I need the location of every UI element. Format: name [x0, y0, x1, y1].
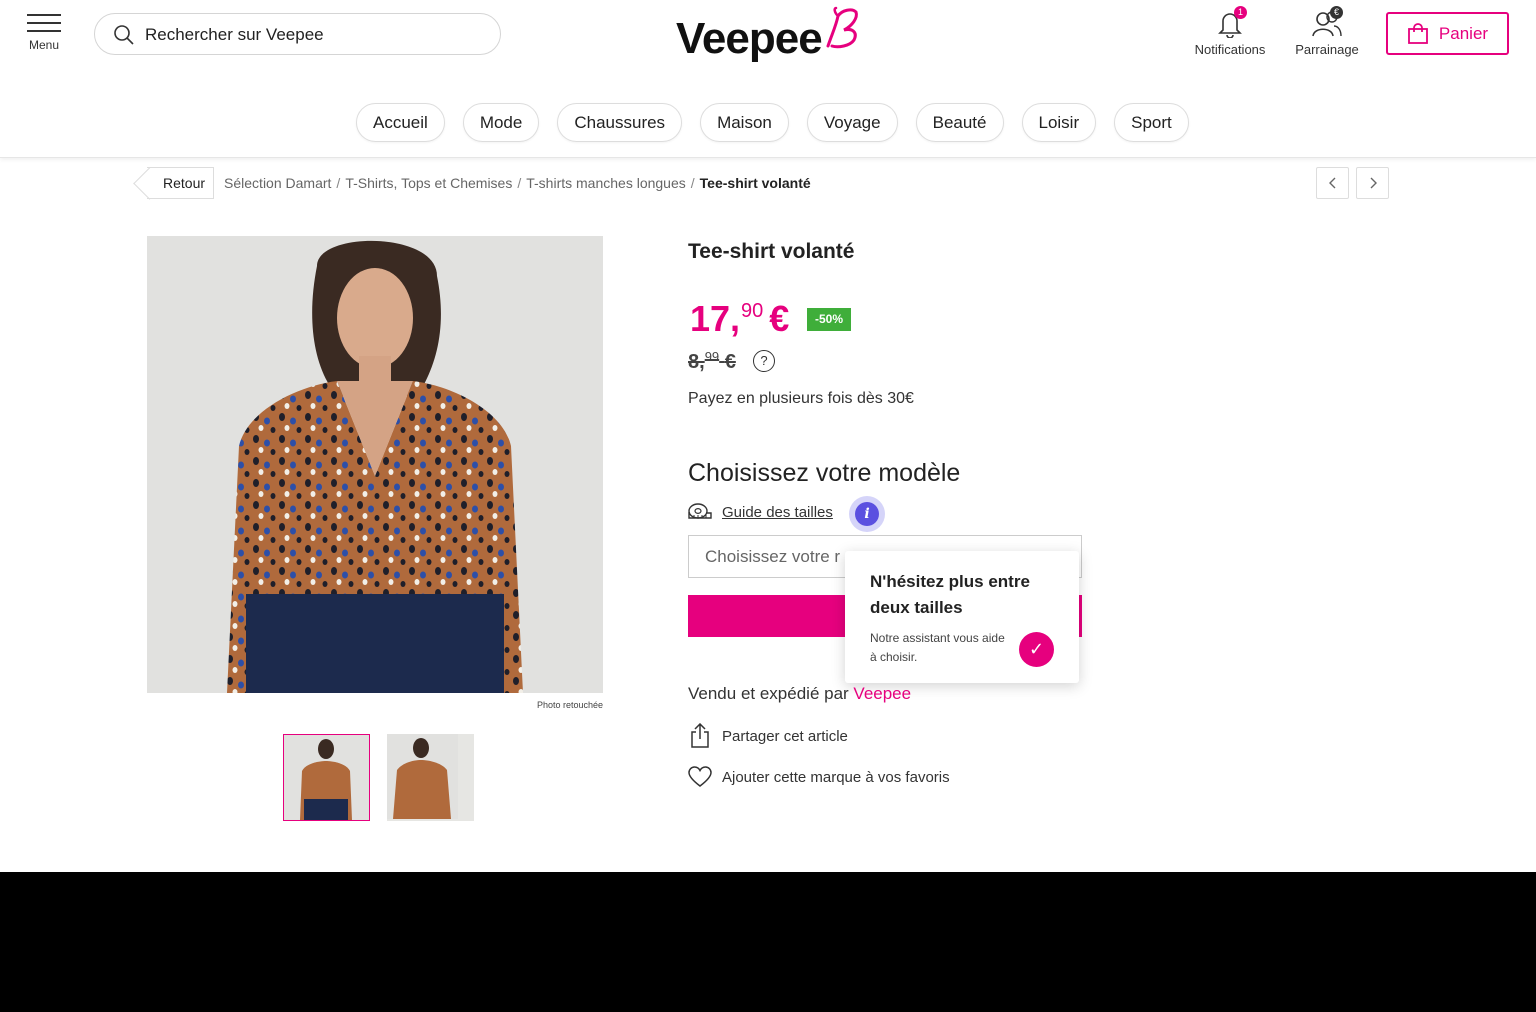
info-hint-button[interactable]: i	[849, 496, 885, 532]
sold-by-prefix: Vendu et expédié par	[688, 684, 849, 703]
share-button[interactable]: Partager cet article	[688, 723, 848, 749]
tape-measure-icon	[688, 503, 712, 519]
old-price-currency: €	[724, 351, 736, 373]
sold-by-brand-link[interactable]: Veepee	[853, 684, 911, 703]
favorite-brand-button[interactable]: Ajouter cette marque à vos favoris	[688, 766, 950, 788]
product-main-image[interactable]	[147, 236, 603, 693]
old-price-cents: 99	[704, 349, 720, 364]
model-photo	[147, 236, 603, 693]
parrainage-label: Parrainage	[1295, 42, 1359, 57]
nav-sport[interactable]: Sport	[1114, 103, 1189, 142]
chevron-left-icon	[1328, 177, 1335, 189]
breadcrumb-separator: /	[517, 175, 522, 191]
price-cents: 90	[741, 300, 764, 322]
back-label: Retour	[163, 175, 206, 191]
nav-accueil[interactable]: Accueil	[356, 103, 445, 142]
breadcrumb-separator: /	[336, 175, 341, 191]
old-price: 8,99 €	[688, 349, 736, 374]
old-price-integer: 8,	[688, 351, 705, 373]
breadcrumb-item[interactable]: T-Shirts, Tops et Chemises	[345, 175, 512, 191]
share-icon	[691, 723, 709, 748]
price-currency: €	[769, 298, 790, 339]
size-guide-link[interactable]: Guide des tailles	[688, 502, 833, 522]
notifications-label: Notifications	[1194, 42, 1266, 57]
thumbnail-1[interactable]	[283, 734, 370, 821]
current-price: 17,90 €	[690, 298, 789, 340]
search-input[interactable]	[145, 22, 485, 48]
price-help-icon[interactable]: ?	[753, 350, 775, 372]
next-product-button[interactable]	[1356, 167, 1389, 199]
breadcrumb-item[interactable]: Sélection Damart	[224, 175, 331, 191]
notifications-badge: 1	[1234, 6, 1247, 19]
logo-wordmark: Veepee	[676, 14, 823, 63]
checkmark-icon[interactable]: ✓	[1019, 632, 1054, 667]
nav-loisir[interactable]: Loisir	[1021, 103, 1097, 142]
previous-product-button[interactable]	[1316, 167, 1349, 199]
photo-retouched-note: Photo retouchée	[536, 700, 603, 710]
thumbnail-image	[284, 735, 369, 820]
breadcrumb-separator: /	[690, 175, 695, 191]
choose-model-heading: Choisissez votre modèle	[688, 459, 961, 487]
breadcrumb-item[interactable]: T-shirts manches longues	[526, 175, 686, 191]
back-button[interactable]: Retour	[147, 167, 215, 199]
chevron-right-icon	[1370, 177, 1377, 189]
thumbnail-2[interactable]	[387, 734, 474, 821]
nav-maison[interactable]: Maison	[700, 103, 789, 142]
menu-label: Menu	[28, 38, 60, 52]
nav-voyage[interactable]: Voyage	[806, 103, 898, 142]
search-icon	[114, 25, 134, 45]
nav-chaussures[interactable]: Chaussures	[557, 103, 683, 142]
breadcrumb-current: Tee-shirt volanté	[699, 175, 811, 191]
thumbnail-image	[387, 734, 458, 819]
category-nav: Accueil Mode Chaussures Maison Voyage Be…	[356, 103, 1189, 142]
heart-icon	[688, 766, 712, 787]
tooltip-text: Notre assistant vous aide à choisir.	[870, 631, 1005, 664]
product-title: Tee-shirt volanté	[688, 240, 855, 263]
installments-info: Payez en plusieurs fois dès 30€	[688, 390, 914, 407]
nav-mode[interactable]: Mode	[462, 103, 540, 142]
menu-button[interactable]: Menu	[22, 14, 66, 62]
tooltip-title: N'hésitez plus entre deux tailles	[870, 572, 1030, 617]
info-icon: i	[855, 502, 879, 526]
site-header: Menu Veepee 1 Notifications € Parrainage…	[0, 0, 1536, 158]
search-bar[interactable]	[94, 13, 501, 55]
favorite-label: Ajouter cette marque à vos favoris	[722, 768, 950, 786]
parrainage-badge: €	[1330, 6, 1343, 19]
share-label: Partager cet article	[722, 727, 848, 745]
hamburger-icon	[22, 14, 66, 32]
sold-by: Vendu et expédié par Veepee	[688, 684, 911, 704]
price-integer: 17,	[690, 298, 741, 339]
nav-beaute[interactable]: Beauté	[915, 103, 1004, 142]
cart-label: Panier	[1438, 23, 1489, 43]
butterfly-logo-icon	[826, 6, 858, 49]
product-page: Menu Veepee 1 Notifications € Parrainage…	[0, 0, 1536, 872]
shopping-bag-icon	[1408, 22, 1428, 44]
cart-button[interactable]: Panier	[1386, 12, 1509, 55]
notifications-button[interactable]: 1 Notifications	[1190, 6, 1270, 57]
breadcrumb: Retour Sélection Damart / T-Shirts, Tops…	[147, 167, 811, 199]
parrainage-button[interactable]: € Parrainage	[1289, 6, 1365, 57]
discount-badge: -50%	[807, 308, 852, 331]
size-guide-label: Guide des tailles	[722, 503, 833, 521]
size-assistant-tooltip: N'hésitez plus entre deux tailles Notre …	[845, 551, 1079, 683]
